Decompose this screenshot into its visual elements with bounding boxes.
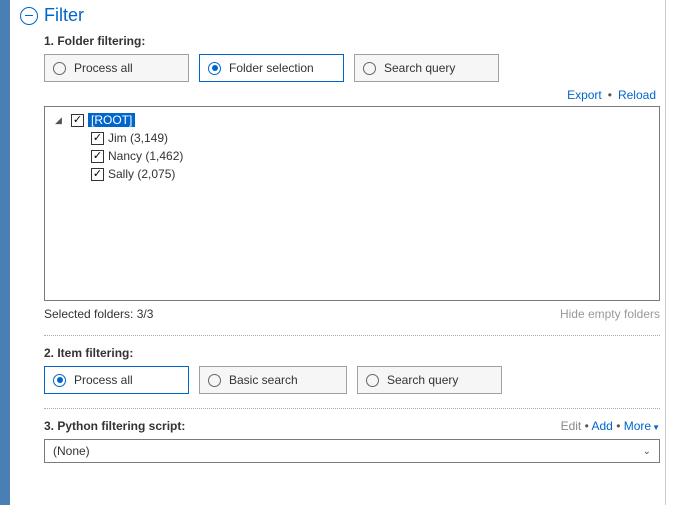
tree-expander-icon[interactable]: ◢: [55, 115, 67, 126]
separator-dot: •: [608, 88, 612, 102]
item-filtering-radio-group: Process all Basic search Search query: [44, 366, 660, 394]
radio-icon: [208, 374, 221, 387]
radio-icon: [366, 374, 379, 387]
chevron-down-icon: ▼: [652, 423, 660, 432]
radio-icon: [53, 374, 66, 387]
radio-label: Process all: [74, 61, 133, 75]
collapse-icon[interactable]: [20, 7, 38, 25]
radio-icon: [208, 62, 221, 75]
section-title: Filter: [44, 5, 84, 26]
radio-search-query-items[interactable]: Search query: [357, 366, 502, 394]
edit-link[interactable]: Edit: [561, 419, 582, 433]
tree-item-sally[interactable]: ✓ Sally (2,075): [49, 165, 655, 183]
tree-checkbox[interactable]: ✓: [91, 150, 104, 163]
separator-dot: •: [616, 419, 620, 433]
radio-label: Search query: [387, 373, 458, 387]
folder-filtering-radio-group: Process all Folder selection Search quer…: [44, 54, 660, 82]
python-script-dropdown[interactable]: (None) ⌄: [44, 439, 660, 463]
radio-label: Process all: [74, 373, 133, 387]
tree-item-label: Sally (2,075): [108, 167, 175, 181]
tree-item-label: Nancy (1,462): [108, 149, 183, 163]
dropdown-value: (None): [53, 444, 90, 458]
radio-basic-search[interactable]: Basic search: [199, 366, 347, 394]
left-accent-bar: [0, 0, 10, 505]
tree-checkbox[interactable]: ✓: [91, 132, 104, 145]
radio-folder-selection[interactable]: Folder selection: [199, 54, 344, 82]
right-border: [665, 0, 666, 505]
radio-icon: [363, 62, 376, 75]
python-filtering-label: 3. Python filtering script:: [44, 419, 185, 433]
python-filtering-header: 3. Python filtering script: Edit • Add •…: [44, 419, 660, 433]
reload-link[interactable]: Reload: [618, 88, 656, 102]
radio-label: Folder selection: [229, 61, 314, 75]
divider: [44, 408, 660, 409]
hide-empty-folders-link[interactable]: Hide empty folders: [560, 307, 660, 321]
item-filtering-label: 2. Item filtering:: [44, 346, 660, 360]
tree-item-label: Jim (3,149): [108, 131, 168, 145]
tree-checkbox[interactable]: ✓: [91, 168, 104, 181]
python-filtering-links: Edit • Add • More▼: [561, 419, 660, 433]
tree-root-row[interactable]: ◢ ✓ [ROOT]: [49, 111, 655, 129]
chevron-down-icon: ⌄: [643, 446, 651, 457]
radio-process-all-items[interactable]: Process all: [44, 366, 189, 394]
add-link[interactable]: Add: [591, 419, 612, 433]
filter-header[interactable]: Filter: [20, 5, 660, 26]
radio-label: Basic search: [229, 373, 298, 387]
radio-process-all-folders[interactable]: Process all: [44, 54, 189, 82]
radio-icon: [53, 62, 66, 75]
radio-search-query-folders[interactable]: Search query: [354, 54, 499, 82]
more-link[interactable]: More▼: [624, 419, 660, 433]
radio-label: Search query: [384, 61, 455, 75]
folder-links-row: Export • Reload: [44, 88, 660, 102]
tree-item-jim[interactable]: ✓ Jim (3,149): [49, 129, 655, 147]
tree-checkbox[interactable]: ✓: [71, 114, 84, 127]
tree-item-nancy[interactable]: ✓ Nancy (1,462): [49, 147, 655, 165]
separator-dot: •: [585, 419, 589, 433]
divider: [44, 335, 660, 336]
folder-status-row: Selected folders: 3/3 Hide empty folders: [44, 307, 660, 321]
tree-root-label[interactable]: [ROOT]: [88, 113, 135, 127]
export-link[interactable]: Export: [567, 88, 602, 102]
folder-tree[interactable]: ◢ ✓ [ROOT] ✓ Jim (3,149) ✓ Nancy (1,462)…: [44, 106, 660, 301]
folder-filtering-label: 1. Folder filtering:: [44, 34, 660, 48]
selected-folders-status: Selected folders: 3/3: [44, 307, 153, 321]
